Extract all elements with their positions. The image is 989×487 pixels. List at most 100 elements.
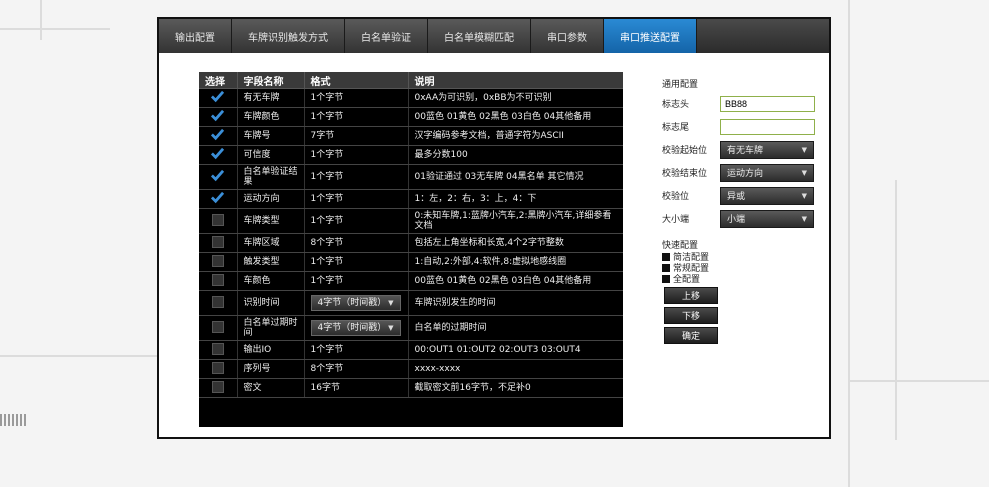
- select-cell[interactable]: [199, 88, 238, 108]
- tail-flag-label: 标志尾: [662, 123, 690, 133]
- select-cell[interactable]: [199, 252, 238, 272]
- checkbox-icon[interactable]: [211, 273, 224, 286]
- field-description: 1：左，2：右，3：上，4：下: [408, 189, 623, 209]
- table-row[interactable]: 可信度 1个字节 最多分数100: [199, 145, 623, 165]
- field-description: 车牌识别发生的时间: [408, 290, 623, 316]
- tab-plate-trigger[interactable]: 车牌识别触发方式: [232, 19, 345, 53]
- field-name: 输出IO: [237, 340, 305, 360]
- move-down-button[interactable]: 下移: [664, 307, 718, 324]
- checkbox-icon: [662, 252, 670, 261]
- check-bit-value: 异或: [727, 192, 746, 202]
- select-cell[interactable]: [199, 359, 238, 379]
- check-bit-label: 校验位: [662, 192, 690, 202]
- table-row[interactable]: 白名单过期时间 4字节（时间戳） ▼ 白名单的过期时间: [199, 315, 623, 341]
- field-description: 最多分数100: [408, 145, 623, 165]
- table-row[interactable]: 触发类型 1个字节 1:自动,2:外部,4:软件,8:虚拟地感线圈: [199, 252, 623, 272]
- format-select[interactable]: 4字节（时间戳） ▼: [310, 320, 401, 336]
- checkmark-icon[interactable]: [211, 128, 225, 141]
- tab-whitelist-fuzzy[interactable]: 白名单模糊匹配: [428, 19, 531, 53]
- select-cell[interactable]: [199, 189, 238, 209]
- select-cell[interactable]: [199, 145, 238, 165]
- checkmark-icon[interactable]: [211, 90, 225, 103]
- field-format: 1个字节: [304, 164, 409, 190]
- field-description: 00:OUT1 01:OUT2 02:OUT3 03:OUT4: [408, 340, 623, 360]
- tail-flag-input[interactable]: [720, 118, 815, 135]
- column-header-select: 选择: [199, 72, 238, 89]
- field-name: 车牌号: [237, 126, 305, 146]
- checkbox-icon[interactable]: [211, 235, 224, 248]
- checkbox-icon[interactable]: [211, 342, 224, 355]
- checkmark-icon[interactable]: [211, 169, 225, 182]
- tab-bar: 输出配置 车牌识别触发方式 白名单验证 白名单模糊匹配 串口参数 串口推送配置: [159, 19, 829, 53]
- select-cell[interactable]: [199, 378, 238, 398]
- field-name: 车牌颜色: [237, 107, 305, 127]
- checkbox-icon[interactable]: [211, 213, 224, 226]
- field-format: 16字节: [304, 378, 409, 398]
- quick-config-full[interactable]: 全配置: [662, 273, 822, 285]
- field-description: 00蓝色 01黄色 02黑色 03白色 04其他备用: [408, 271, 623, 291]
- field-format: 1个字节: [304, 189, 409, 209]
- field-description: 00蓝色 01黄色 02黑色 03白色 04其他备用: [408, 107, 623, 127]
- select-cell[interactable]: [199, 271, 238, 291]
- confirm-button[interactable]: 确定: [664, 327, 718, 344]
- checkmark-icon[interactable]: [211, 191, 225, 204]
- select-cell[interactable]: [199, 126, 238, 146]
- field-description: 截取密文前16字节，不足补0: [408, 378, 623, 398]
- table-row[interactable]: 白名单验证结果 1个字节 01验证通过 03无车牌 04黑名单 其它情况: [199, 164, 623, 190]
- select-cell[interactable]: [199, 340, 238, 360]
- checkmark-icon[interactable]: [211, 147, 225, 160]
- table-row[interactable]: 车颜色 1个字节 00蓝色 01黄色 02黑色 03白色 04其他备用: [199, 271, 623, 291]
- column-header-format: 格式: [304, 72, 409, 89]
- table-row[interactable]: 输出IO 1个字节 00:OUT1 01:OUT2 02:OUT3 03:OUT4: [199, 340, 623, 360]
- check-end-select[interactable]: 运动方向 ▼: [720, 163, 814, 182]
- select-cell[interactable]: [199, 208, 238, 234]
- table-row[interactable]: 车牌颜色 1个字节 00蓝色 01黄色 02黑色 03白色 04其他备用: [199, 107, 623, 127]
- tab-serial-push-config[interactable]: 串口推送配置: [604, 19, 697, 53]
- settings-panel: 通用配置 标志头 标志尾 校验起始位 有无车牌 ▼ 校验结束位 运动方向 ▼ 校…: [662, 77, 822, 344]
- field-description: 0:未知车牌,1:蓝牌小汽车,2:黑牌小汽车,详细参看文档: [408, 208, 623, 234]
- field-format[interactable]: 4字节（时间戳） ▼: [304, 315, 409, 341]
- check-start-select[interactable]: 有无车牌 ▼: [720, 140, 814, 159]
- field-format: 1个字节: [304, 145, 409, 165]
- field-format: 1个字节: [304, 252, 409, 272]
- field-name: 序列号: [237, 359, 305, 379]
- field-description: 1:自动,2:外部,4:软件,8:虚拟地感线圈: [408, 252, 623, 272]
- checkbox-icon[interactable]: [211, 254, 224, 267]
- check-bit-select[interactable]: 异或 ▼: [720, 186, 814, 205]
- select-cell[interactable]: [199, 315, 238, 341]
- tab-output-config[interactable]: 输出配置: [159, 19, 232, 53]
- field-name: 白名单验证结果: [237, 164, 305, 190]
- checkbox-icon[interactable]: [211, 380, 224, 393]
- table-row[interactable]: 识别时间 4字节（时间戳） ▼ 车牌识别发生的时间: [199, 290, 623, 316]
- table-row[interactable]: 有无车牌 1个字节 0xAA为可识别，0xBB为不可识别: [199, 88, 623, 108]
- field-name: 可信度: [237, 145, 305, 165]
- select-cell[interactable]: [199, 233, 238, 253]
- field-name: 运动方向: [237, 189, 305, 209]
- field-description: 0xAA为可识别，0xBB为不可识别: [408, 88, 623, 108]
- field-format[interactable]: 4字节（时间戳） ▼: [304, 290, 409, 316]
- column-header-name: 字段名称: [237, 72, 305, 89]
- table-row[interactable]: 序列号 8个字节 xxxx-xxxx: [199, 359, 623, 379]
- checkmark-icon[interactable]: [211, 109, 225, 122]
- checkbox-icon[interactable]: [211, 361, 224, 374]
- chevron-down-icon: ▼: [388, 324, 394, 332]
- table-row[interactable]: 车牌号 7字节 汉字编码参考文档，普通字符为ASCII: [199, 126, 623, 146]
- tab-whitelist-verify[interactable]: 白名单验证: [345, 19, 428, 53]
- table-row[interactable]: 车牌区域 8个字节 包括左上角坐标和长宽,4个2字节整数: [199, 233, 623, 253]
- move-up-button[interactable]: 上移: [664, 287, 718, 304]
- table-row[interactable]: 运动方向 1个字节 1：左，2：右，3：上，4：下: [199, 189, 623, 209]
- table-row[interactable]: 车牌类型 1个字节 0:未知车牌,1:蓝牌小汽车,2:黑牌小汽车,详细参看文档: [199, 208, 623, 234]
- select-cell[interactable]: [199, 107, 238, 127]
- tab-serial-params[interactable]: 串口参数: [531, 19, 604, 53]
- field-format: 1个字节: [304, 208, 409, 234]
- header-flag-input[interactable]: [720, 95, 815, 112]
- column-header-description: 说明: [408, 72, 623, 89]
- select-cell[interactable]: [199, 164, 238, 190]
- checkbox-icon[interactable]: [211, 295, 224, 308]
- field-name: 车牌区域: [237, 233, 305, 253]
- endian-select[interactable]: 小端 ▼: [720, 209, 814, 228]
- format-select[interactable]: 4字节（时间戳） ▼: [310, 295, 401, 311]
- select-cell[interactable]: [199, 290, 238, 316]
- checkbox-icon[interactable]: [211, 320, 224, 333]
- table-row[interactable]: 密文 16字节 截取密文前16字节，不足补0: [199, 378, 623, 398]
